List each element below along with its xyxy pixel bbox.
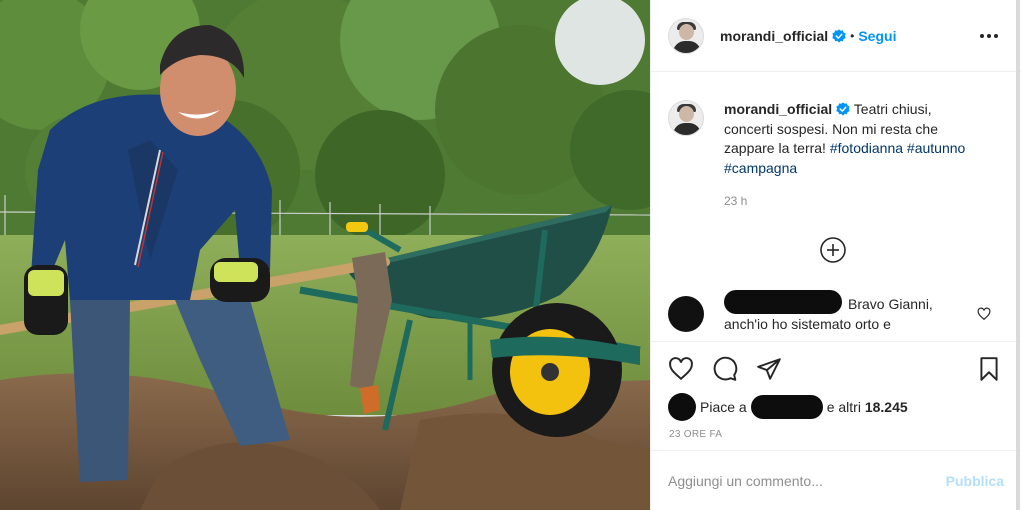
verified-badge-icon xyxy=(836,102,850,116)
redacted-username xyxy=(724,290,842,314)
comment-item: Bravo Gianni, anch'io ho sistemato orto … xyxy=(668,290,1013,338)
comment-input[interactable] xyxy=(668,472,946,489)
caption-time[interactable]: 23 h xyxy=(724,194,747,208)
caption-username[interactable]: morandi_official xyxy=(724,101,832,117)
publish-button[interactable]: Pubblica xyxy=(946,473,1004,489)
post-caption: morandi_official Teatri chiusi, concerti… xyxy=(668,100,998,178)
hashtag-fotodianna[interactable]: #fotodianna xyxy=(830,140,903,156)
hashtag-campagna[interactable]: #campagna xyxy=(724,160,797,176)
likes-summary[interactable]: Piace a e altri 18.245 xyxy=(668,392,908,422)
window-edge xyxy=(1016,0,1020,510)
liker-avatar[interactable] xyxy=(668,393,696,421)
caption-author-avatar[interactable] xyxy=(668,100,704,136)
commenter-avatar[interactable] xyxy=(668,296,704,332)
add-comment-bar: Pubblica xyxy=(651,450,1021,510)
plus-circle-icon[interactable] xyxy=(819,236,847,264)
post-photo-illustration xyxy=(0,0,650,510)
caption-text: morandi_official Teatri chiusi, concerti… xyxy=(724,100,984,178)
post-side-panel: morandi_official • Segui morandi_officia… xyxy=(650,0,1021,510)
post-photo[interactable] xyxy=(0,0,650,510)
comment-bubble-icon[interactable] xyxy=(712,356,740,384)
instagram-post: morandi_official • Segui morandi_officia… xyxy=(0,0,1024,510)
more-options-icon[interactable] xyxy=(977,24,1001,48)
author-username[interactable]: morandi_official xyxy=(720,28,828,44)
likes-suffix: e altri xyxy=(826,399,861,415)
author-avatar[interactable] xyxy=(668,17,704,54)
likes-count[interactable]: 18.245 xyxy=(865,399,908,415)
bookmark-icon[interactable] xyxy=(976,356,1004,384)
header-separator: • xyxy=(850,28,855,43)
likes-prefix: Piace a xyxy=(700,399,747,415)
heart-outline-small-icon[interactable] xyxy=(977,307,991,321)
author-name-row: morandi_official • Segui xyxy=(720,28,896,44)
hashtag-autunno[interactable]: #autunno xyxy=(907,140,965,156)
paper-plane-icon[interactable] xyxy=(756,356,784,384)
redacted-liker-name xyxy=(750,395,823,419)
post-timestamp[interactable]: 23 ORE FA xyxy=(669,429,722,440)
heart-outline-icon[interactable] xyxy=(668,356,696,384)
post-header: morandi_official • Segui xyxy=(651,0,1021,72)
verified-badge-icon xyxy=(832,28,846,43)
follow-button[interactable]: Segui xyxy=(858,28,896,44)
